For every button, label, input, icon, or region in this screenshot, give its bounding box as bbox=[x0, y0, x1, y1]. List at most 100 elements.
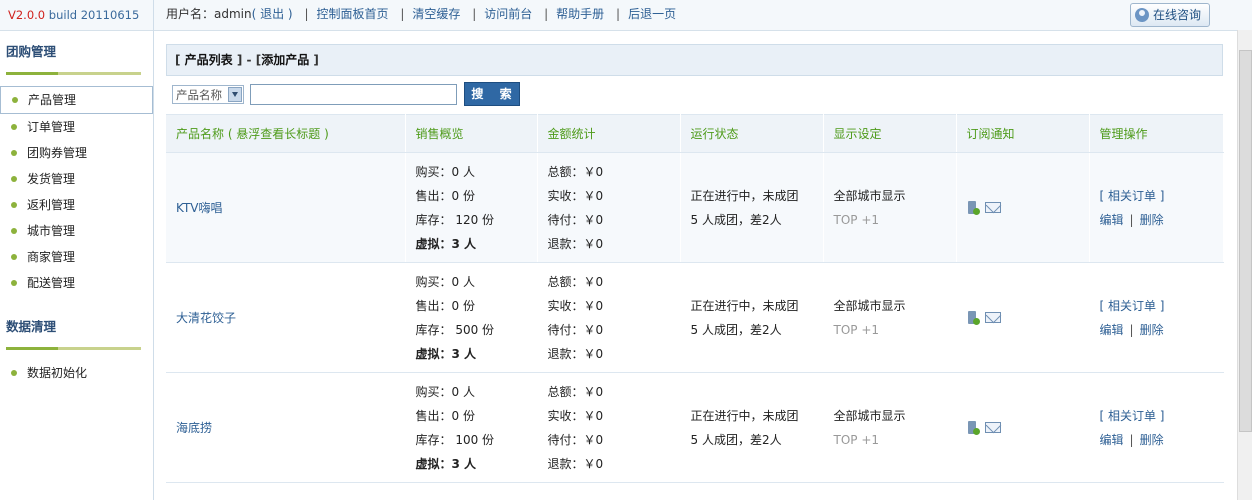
display-scope: 全部城市显示 bbox=[833, 298, 906, 313]
clear-cache-link[interactable]: 清空缓存 bbox=[412, 7, 460, 21]
edit-link[interactable]: 编辑 bbox=[1100, 433, 1124, 447]
sidebar-item-cities[interactable]: 城市管理 bbox=[0, 218, 153, 244]
version-label: V2.0.0 build 20110615 bbox=[0, 0, 153, 31]
bullet-icon bbox=[11, 176, 17, 182]
bullet-icon bbox=[11, 280, 17, 286]
col-header-status: 运行状态 bbox=[680, 114, 824, 153]
sidebar: V2.0.0 build 20110615 团购管理 产品管理 订单管理 团购券… bbox=[0, 0, 154, 500]
sales-virtual: 虚拟：3 人 bbox=[415, 346, 477, 361]
notify-cell bbox=[956, 152, 1090, 263]
status-progress: 5 人成团，差2人 bbox=[690, 432, 782, 447]
bullet-icon bbox=[11, 124, 17, 130]
section-divider bbox=[6, 347, 141, 350]
bullet-icon bbox=[11, 150, 17, 156]
sales-sold: 售出：0 份 bbox=[415, 298, 475, 313]
search-input[interactable] bbox=[250, 84, 457, 105]
ops-cell: [ 相关订单 ] 编辑 | 删除 bbox=[1089, 262, 1224, 373]
visit-frontend-link[interactable]: 访问前台 bbox=[484, 7, 532, 21]
sales-sold: 售出：0 份 bbox=[415, 188, 475, 203]
sales-cell: 购买：0 人 售出：0 份 库存： 100 份 虚拟：3 人 bbox=[405, 372, 538, 483]
vertical-scrollbar[interactable] bbox=[1237, 30, 1252, 500]
col-header-notify: 订阅通知 bbox=[956, 114, 1090, 153]
separator: | bbox=[304, 7, 309, 21]
product-name-link[interactable]: 海底捞 bbox=[176, 421, 212, 435]
product-table: 产品名称 ( 悬浮查看长标题 ) 销售概览 金额统计 运行状态 显示设定 订阅通… bbox=[166, 114, 1224, 483]
search-bar: 产品名称 搜 索 bbox=[166, 76, 1223, 114]
delete-link[interactable]: 删除 bbox=[1140, 433, 1164, 447]
help-link[interactable]: 帮助手册 bbox=[556, 7, 604, 21]
email-notify-icon[interactable] bbox=[984, 312, 1001, 323]
sales-bought: 购买：0 人 bbox=[415, 274, 475, 289]
back-link[interactable]: 后退一页 bbox=[628, 7, 676, 21]
breadcrumb: [ 产品列表 ] - [添加产品 ] bbox=[166, 44, 1223, 76]
sidebar-item-delivery[interactable]: 配送管理 bbox=[0, 270, 153, 296]
status-cell: 正在进行中，未成团 5 人成团，差2人 bbox=[680, 372, 824, 483]
table-row: 海底捞 购买：0 人 售出：0 份 库存： 100 份 虚拟：3 人 总额：￥0… bbox=[166, 372, 1224, 483]
display-scope: 全部城市显示 bbox=[833, 408, 906, 423]
dashboard-link[interactable]: 控制面板首页 bbox=[317, 7, 389, 21]
bullet-icon bbox=[11, 202, 17, 208]
edit-link[interactable]: 编辑 bbox=[1100, 213, 1124, 227]
search-field-select[interactable]: 产品名称 bbox=[172, 85, 244, 104]
status-progress: 5 人成团，差2人 bbox=[690, 322, 782, 337]
sales-bought: 购买：0 人 bbox=[415, 164, 475, 179]
product-name-link[interactable]: KTV嗨唱 bbox=[176, 201, 222, 215]
user-icon bbox=[1134, 8, 1149, 22]
delete-link[interactable]: 删除 bbox=[1140, 323, 1164, 337]
logout-link[interactable]: ( 退出 ) bbox=[252, 7, 293, 21]
sidebar-item-orders[interactable]: 订单管理 bbox=[0, 114, 153, 140]
separator: | bbox=[400, 7, 405, 21]
sidebar-item-products[interactable]: 产品管理 bbox=[0, 86, 153, 114]
col-header-display: 显示设定 bbox=[823, 114, 957, 153]
top-rank: TOP +1 bbox=[833, 212, 880, 227]
version-number: V2.0.0 bbox=[8, 8, 46, 22]
related-orders-link[interactable]: [ 相关订单 ] bbox=[1100, 299, 1165, 313]
status-text: 正在进行中，未成团 bbox=[690, 408, 799, 423]
sms-notify-icon[interactable] bbox=[967, 200, 980, 215]
money-pending: 待付：￥0 bbox=[547, 212, 604, 227]
status-cell: 正在进行中，未成团 5 人成团，差2人 bbox=[680, 152, 824, 263]
search-button[interactable]: 搜 索 bbox=[464, 82, 520, 106]
related-orders-link[interactable]: [ 相关订单 ] bbox=[1100, 409, 1165, 423]
sidebar-item-coupons[interactable]: 团购券管理 bbox=[0, 140, 153, 166]
sales-stock: 库存： 120 份 bbox=[415, 212, 495, 227]
col-header-sales: 销售概览 bbox=[405, 114, 538, 153]
section-divider bbox=[6, 72, 141, 75]
sidebar-item-merchants[interactable]: 商家管理 bbox=[0, 244, 153, 270]
scrollbar-thumb[interactable] bbox=[1239, 50, 1252, 432]
product-name-link[interactable]: 大清花饺子 bbox=[176, 311, 236, 325]
money-refund: 退款：￥0 bbox=[547, 346, 604, 361]
col-header-name: 产品名称 ( 悬浮查看长标题 ) bbox=[166, 114, 406, 153]
add-product-link[interactable]: 添加产品 bbox=[261, 53, 309, 67]
money-cell: 总额：￥0 实收：￥0 待付：￥0 退款：￥0 bbox=[537, 152, 681, 263]
top-links: 用户名：admin( 退出 ) | 控制面板首页 | 清空缓存 | 访问前台 | 帮助手… bbox=[166, 0, 676, 28]
email-notify-icon[interactable] bbox=[984, 202, 1001, 213]
sms-notify-icon[interactable] bbox=[967, 310, 980, 325]
separator: | bbox=[616, 7, 621, 21]
related-orders-link[interactable]: [ 相关订单 ] bbox=[1100, 189, 1165, 203]
money-cell: 总额：￥0 实收：￥0 待付：￥0 退款：￥0 bbox=[537, 262, 681, 373]
bullet-icon bbox=[11, 228, 17, 234]
product-list-link[interactable]: 产品列表 bbox=[185, 53, 233, 67]
sms-notify-icon[interactable] bbox=[967, 420, 980, 435]
user-label: 用户名： bbox=[166, 7, 215, 21]
online-consult-label: 在线咨询 bbox=[1152, 8, 1201, 22]
delete-link[interactable]: 删除 bbox=[1140, 213, 1164, 227]
online-consult-button[interactable]: 在线咨询 bbox=[1129, 3, 1210, 27]
ops-cell: [ 相关订单 ] 编辑 | 删除 bbox=[1089, 152, 1224, 263]
edit-link[interactable]: 编辑 bbox=[1100, 323, 1124, 337]
separator: | bbox=[544, 7, 549, 21]
sidebar-item-rebate[interactable]: 返利管理 bbox=[0, 192, 153, 218]
sales-stock: 库存： 100 份 bbox=[415, 432, 495, 447]
sidebar-item-data-init[interactable]: 数据初始化 bbox=[0, 360, 153, 386]
sales-cell: 购买：0 人 售出：0 份 库存： 120 份 虚拟：3 人 bbox=[405, 152, 538, 263]
money-pending: 待付：￥0 bbox=[547, 432, 604, 447]
money-cell: 总额：￥0 实收：￥0 待付：￥0 退款：￥0 bbox=[537, 372, 681, 483]
bullet-icon bbox=[11, 370, 17, 376]
sidebar-item-shipping[interactable]: 发货管理 bbox=[0, 166, 153, 192]
table-row: KTV嗨唱 购买：0 人 售出：0 份 库存： 120 份 虚拟：3 人 总额：… bbox=[166, 152, 1224, 263]
money-refund: 退款：￥0 bbox=[547, 236, 604, 251]
table-header: 产品名称 ( 悬浮查看长标题 ) 销售概览 金额统计 运行状态 显示设定 订阅通… bbox=[166, 114, 1224, 153]
email-notify-icon[interactable] bbox=[984, 422, 1001, 433]
table-row: 大清花饺子 购买：0 人 售出：0 份 库存： 500 份 虚拟：3 人 总额：… bbox=[166, 262, 1224, 373]
